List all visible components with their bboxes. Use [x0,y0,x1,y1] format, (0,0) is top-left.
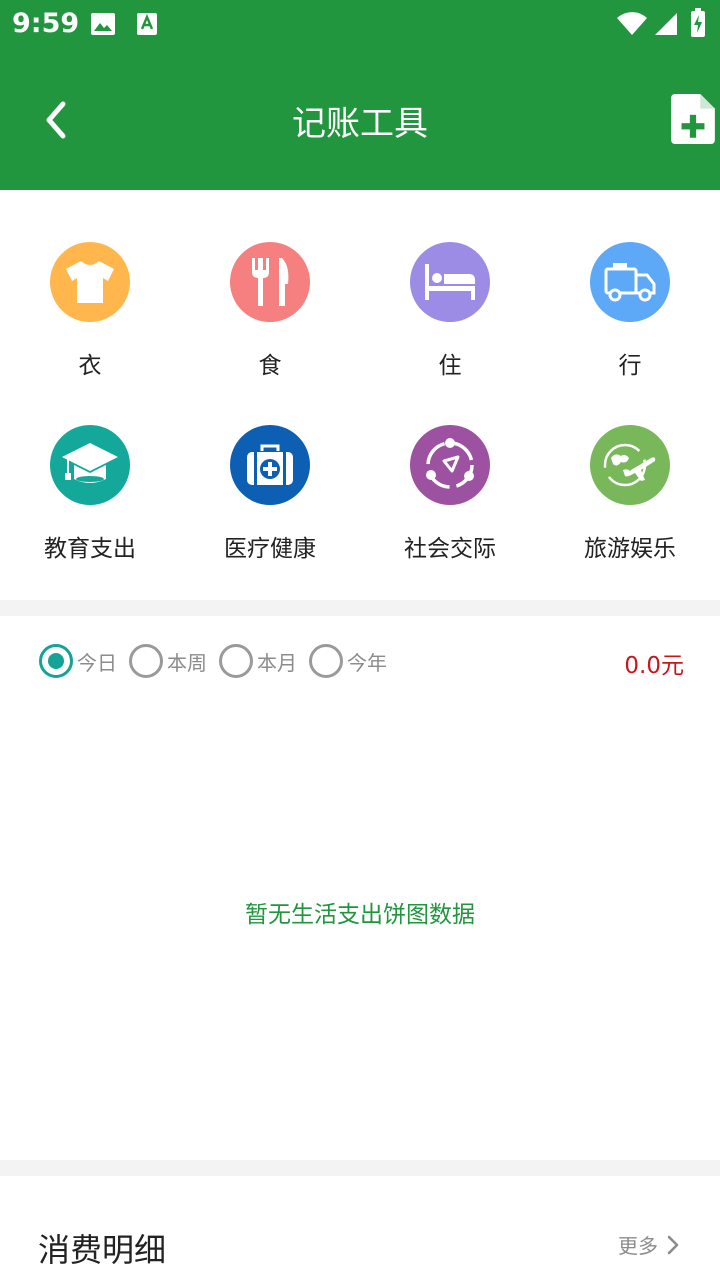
section-divider [0,1160,720,1176]
radio-this-year[interactable]: 今年 [309,643,387,679]
signal-icon [655,13,677,35]
category-label: 医疗健康 [224,536,316,562]
chevron-right-icon [667,1235,679,1254]
app-bar: 记账工具 [0,50,720,190]
radio-label: 本周 [167,650,207,675]
section-divider [0,600,720,616]
category-housing[interactable]: 住 [360,242,540,392]
category-grid: 衣 食 住 行 教育支出 医疗健康 社会交际 旅游娱乐 [0,190,720,600]
category-label: 社会交际 [404,536,496,562]
radio-this-week[interactable]: 本周 [129,643,207,679]
medical-kit-icon [247,444,293,485]
graduation-cap-icon [62,443,118,483]
truck-icon [604,263,656,302]
battery-charging-icon [691,8,705,37]
fork-knife-icon [252,258,289,306]
category-clothing[interactable]: 衣 [0,242,180,392]
radio-label: 今年 [347,650,387,675]
radio-circle [39,644,73,678]
empty-chart-message: 暂无生活支出饼图数据 [245,902,475,928]
social-orbit-icon [426,438,474,489]
radio-label: 本月 [257,650,297,675]
page-title: 记账工具 [292,104,428,144]
radio-today[interactable]: 今日 [39,643,117,679]
category-transport[interactable]: 行 [540,242,720,392]
period-selector: 今日 本周 本月 今年 0.0元 [0,640,720,684]
category-label: 衣 [78,353,102,379]
radio-this-month[interactable]: 本月 [219,643,297,679]
category-label: 住 [438,353,462,379]
category-travel[interactable]: 旅游娱乐 [540,425,720,575]
category-social[interactable]: 社会交际 [360,425,540,575]
radio-label: 今日 [77,650,117,675]
total-amount: 0.0元 [624,653,684,679]
globe-plane-icon [603,443,656,487]
tshirt-icon [66,261,114,303]
image-icon [91,13,115,35]
category-label: 教育支出 [44,536,136,562]
category-food[interactable]: 食 [180,242,360,392]
status-time: 9:59 [12,8,80,39]
category-label: 旅游娱乐 [584,536,676,562]
category-education[interactable]: 教育支出 [0,425,180,575]
radio-circle [219,644,253,678]
category-label: 食 [258,353,282,379]
category-label: 行 [618,353,642,379]
bed-icon [425,264,475,300]
section-title: 消费明细 [38,1231,167,1269]
status-bar: 9:59 [0,0,720,50]
more-link[interactable]: 更多 [618,1230,680,1259]
file-add-icon[interactable] [670,94,716,144]
wifi-icon [617,12,647,36]
radio-circle [129,644,163,678]
category-medical[interactable]: 医疗健康 [180,425,360,575]
more-label: 更多 [618,1234,658,1258]
font-a-icon [137,13,157,35]
radio-circle [309,644,343,678]
